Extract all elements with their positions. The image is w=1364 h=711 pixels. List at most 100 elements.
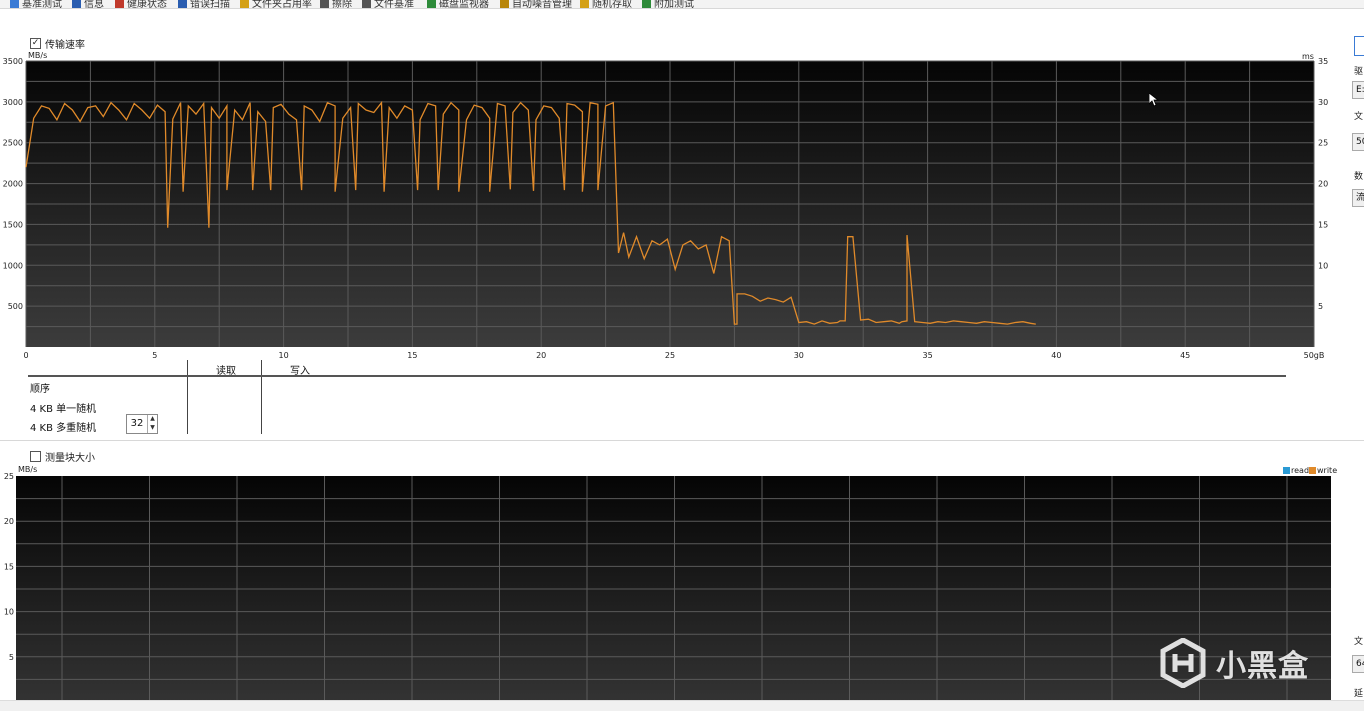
toolbar-tab-5[interactable]: 擦除 [320, 0, 352, 8]
y-tick-label: 3500 [3, 57, 23, 66]
y-unit-left-label: MB/s [28, 51, 47, 60]
toolbar-tab-2[interactable]: 健康状态 [115, 0, 167, 9]
checkbox-unchecked-icon [30, 451, 41, 462]
toolbar-tab-3[interactable]: 错误扫描 [178, 0, 230, 9]
y-tick-label: 1500 [3, 220, 23, 229]
toolbar-tab-label: 健康状态 [127, 0, 167, 9]
y-right-tick-label: 35 [1318, 57, 1328, 66]
toolbar-tab-icon [500, 0, 509, 8]
y-tick-label: 1000 [3, 261, 23, 270]
toolbar-tab-8[interactable]: 自动噪音管理 [500, 0, 572, 9]
toolbar-tab-icon [72, 0, 81, 8]
table-header-rule [28, 375, 1286, 377]
block-file-label: 文 [1354, 637, 1364, 647]
toolbar-tab-label: 文件夹占用率 [252, 0, 312, 9]
file-size-label: 文 [1354, 112, 1364, 122]
x-tick-label: 5 [152, 351, 157, 360]
y-right-tick-label: 5 [1318, 302, 1323, 311]
x-tick-label: 10 [279, 351, 289, 360]
block-size-chart: MB/s read write 5 10 15 20 25 [4, 465, 1337, 702]
section-divider [0, 440, 1364, 441]
watermark-text: 小黑盒 [1216, 649, 1309, 684]
transfer-rate-chart: MB/s ms 500 1000 1500 2000 2500 3000 3500 5 10 15… [3, 51, 1329, 360]
toolbar-tab-label: 信息 [84, 0, 104, 9]
toolbar-tab-10[interactable]: 附加测试 [642, 0, 694, 8]
legend-read-swatch [1283, 467, 1290, 474]
legend-read-label: read [1291, 466, 1309, 475]
x-tick-label: 40 [1051, 351, 1061, 360]
y-right-tick-label: 20 [1318, 180, 1328, 189]
toolbar-tab-label: 错误扫描 [190, 0, 230, 9]
y-tick-label: 20 [4, 517, 14, 526]
toolbar-tab-label: 基准测试 [22, 0, 62, 9]
watermark: 小黑盒 [1160, 638, 1309, 688]
x-tick-label: 50gB [1304, 351, 1325, 360]
table-divider-2 [261, 360, 262, 434]
toolbar-tab-icon [580, 0, 589, 8]
toolbar-tab-4[interactable]: 文件夹占用率 [240, 0, 312, 9]
y-unit-label: MB/s [18, 465, 37, 474]
y-right-tick-label: 30 [1318, 98, 1328, 107]
y-tick-label: 10 [4, 608, 14, 617]
result-row-sequential: 顺序 [30, 384, 50, 395]
x-tick-label: 35 [923, 351, 933, 360]
legend-write-swatch [1309, 467, 1316, 474]
drive-label: 驱 [1354, 67, 1364, 77]
y-tick-label: 25 [4, 472, 14, 481]
mouse-cursor-icon [1149, 93, 1159, 107]
data-label: 数 [1354, 172, 1364, 182]
legend-write-label: write [1317, 466, 1337, 475]
x-tick-label: 30 [794, 351, 804, 360]
status-bar [0, 700, 1364, 711]
toolbar-tab-1[interactable]: 信息 [72, 0, 104, 9]
x-tick-label: 25 [665, 351, 675, 360]
toolbar-tab-icon [362, 0, 371, 8]
y-tick-label: 500 [8, 302, 23, 311]
y-right-tick-label: 10 [1318, 261, 1328, 270]
toolbar-tab-6[interactable]: 文件基准 [362, 0, 414, 9]
queue-depth-stepper[interactable]: 32 ▲ ▼ [126, 414, 158, 434]
data-select[interactable]: 流 [1352, 189, 1364, 207]
toolbar-tab-0[interactable]: 基准测试 [10, 0, 62, 9]
toolbar-tab-icon [320, 0, 329, 8]
x-tick-label: 0 [23, 351, 28, 360]
toolbar-tab-label: 随机存取 [592, 0, 632, 9]
toolbar-tab-9[interactable]: 随机存取 [580, 0, 632, 9]
toolbar: 基准测试 信息 健康状态 错误扫描 文件夹占用率 擦除 文件基准 磁盘监视器 自动噪音管理 随机存… [0, 0, 1364, 9]
toolbar-tab-label: 自动噪音管理 [512, 0, 572, 9]
toolbar-tab-icon [10, 0, 19, 8]
result-row-4k-multi: 4 KB 多重随机 [30, 423, 97, 434]
toolbar-tab-icon [240, 0, 249, 8]
toolbar-tab-icon [115, 0, 124, 8]
toolbar-tab-label: 文件基准 [374, 0, 414, 9]
y-tick-label: 2500 [3, 139, 23, 148]
x-tick-label: 45 [1180, 351, 1190, 360]
y-right-tick-label: 25 [1318, 139, 1328, 148]
stepper-down-icon[interactable]: ▼ [148, 424, 157, 433]
toolbar-tab-label: 磁盘监视器 [439, 0, 489, 9]
file-size-select[interactable]: 50 [1352, 133, 1364, 151]
toolbar-tab-icon [642, 0, 651, 8]
start-button[interactable] [1354, 36, 1364, 56]
result-row-4k-single: 4 KB 单一随机 [30, 404, 97, 415]
y-tick-label: 5 [9, 653, 14, 662]
y-right-tick-label: 15 [1318, 220, 1328, 229]
x-tick-label: 20 [536, 351, 546, 360]
y-tick-label: 15 [4, 562, 14, 571]
y-unit-right-label: ms [1302, 52, 1314, 61]
x-tick-label: 15 [407, 351, 417, 360]
drive-select[interactable]: E: [1352, 81, 1364, 99]
toolbar-tab-icon [178, 0, 187, 8]
transfer-rate-checkbox[interactable]: ✓ 传输速率 [30, 36, 85, 51]
stepper-up-icon[interactable]: ▲ [148, 415, 157, 424]
y-tick-label: 3000 [3, 98, 23, 107]
heybox-logo-icon [1160, 638, 1206, 688]
toolbar-tab-icon [427, 0, 436, 8]
transfer-rate-label: 传输速率 [45, 40, 85, 51]
y-tick-label: 2000 [3, 180, 23, 189]
block-file-select[interactable]: 64 [1352, 655, 1364, 673]
delay-label: 延 [1354, 689, 1364, 699]
queue-depth-value: 32 [130, 418, 144, 429]
table-divider-1 [187, 360, 188, 434]
toolbar-tab-7[interactable]: 磁盘监视器 [427, 0, 489, 9]
